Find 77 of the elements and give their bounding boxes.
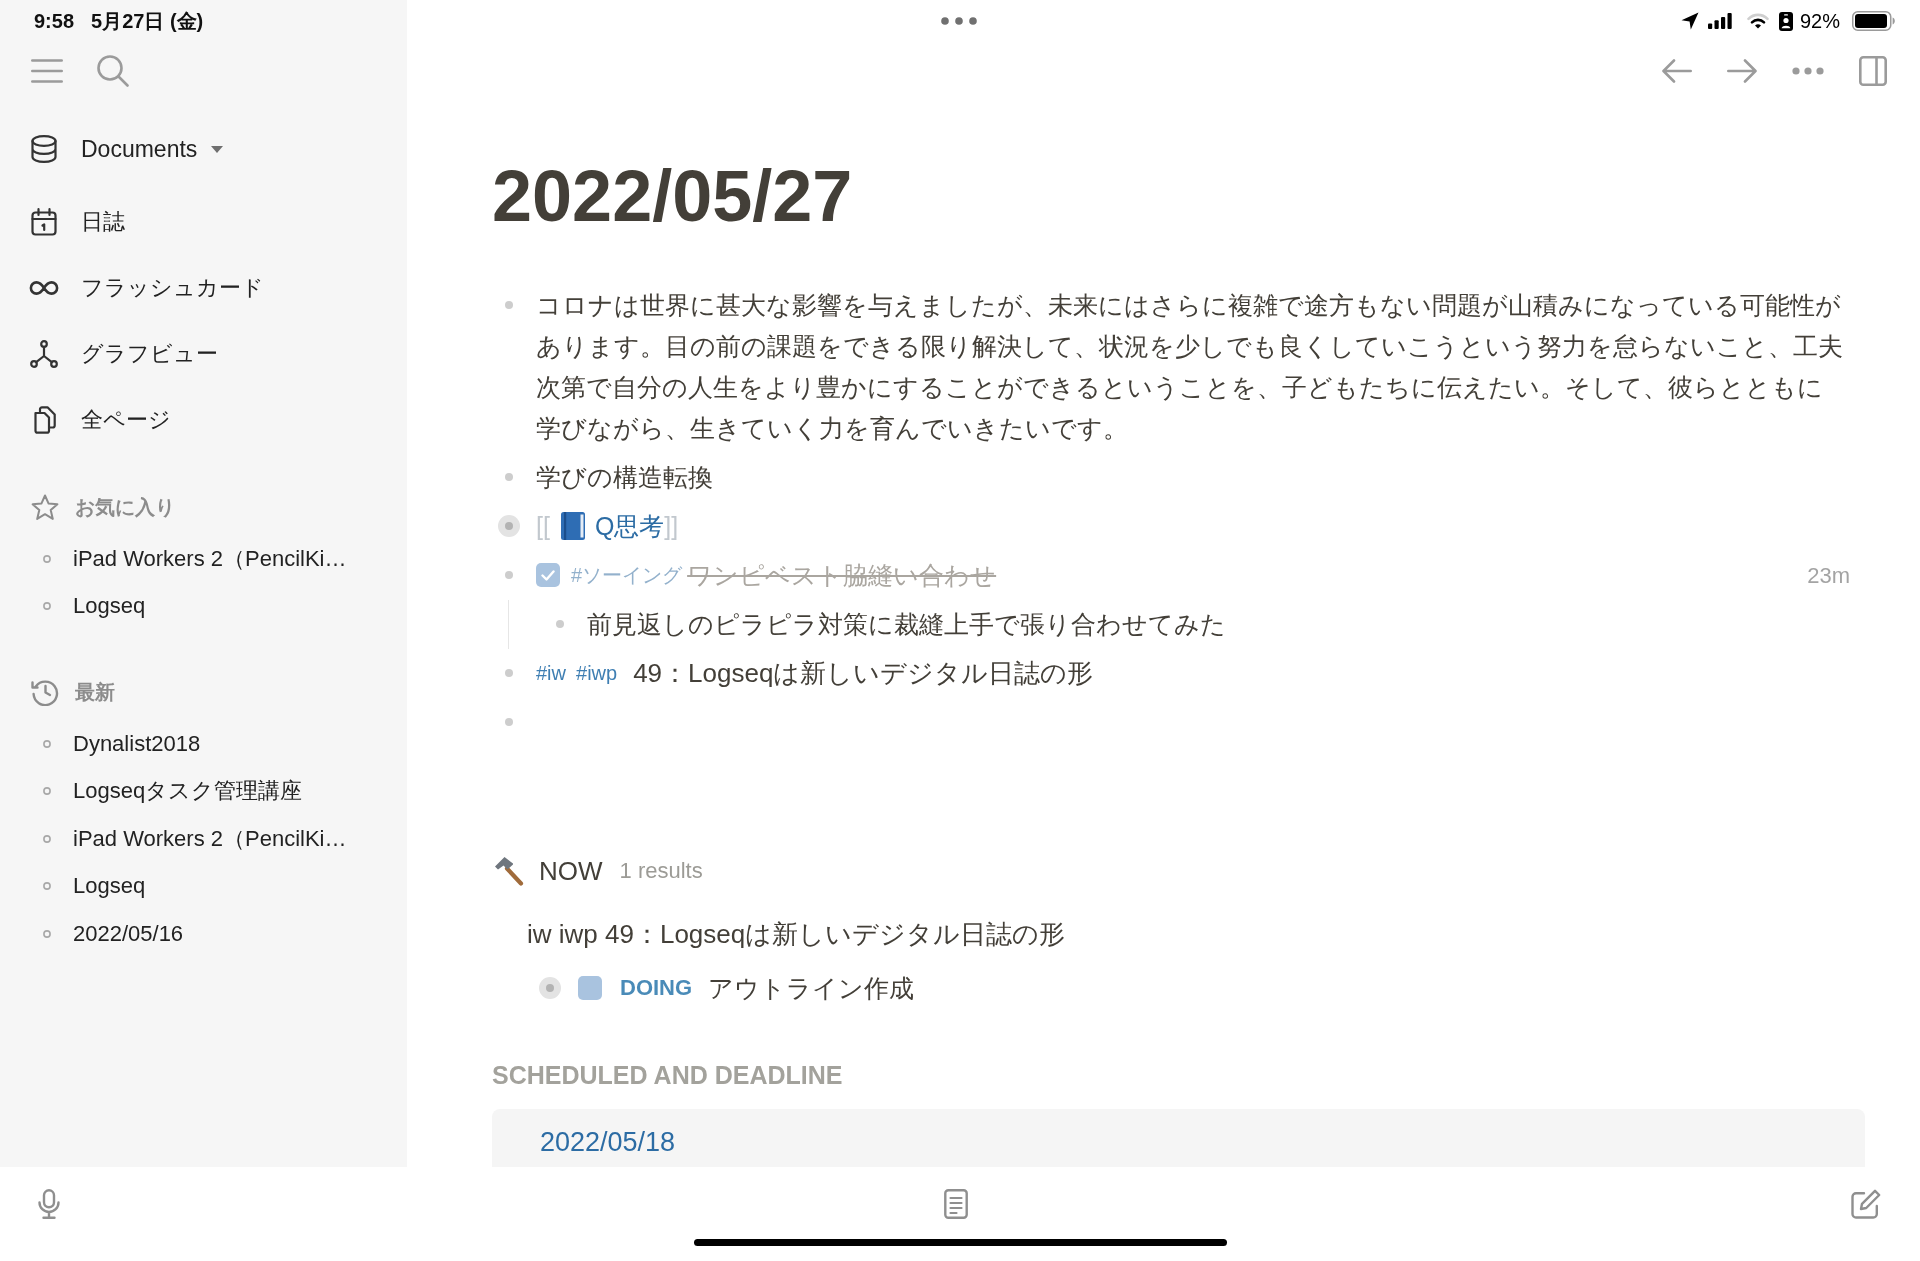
checkbox[interactable] (578, 976, 602, 1000)
nav-item[interactable]: グラフビュー (31, 321, 218, 387)
page-link[interactable]: Logseqタスク管理講座 (73, 776, 303, 807)
graph-icon (30, 340, 58, 368)
block-text: コロナは世界に甚大な影響を与えましたが、未来にはさらに複雑で途方もない問題が山積みになっている可能性があります。目の前の課題をできる限り解決して、状況を少しでも良くしていこうという努力を怠らないこと、工夫次第で自分の人生をより豊かにすることができるということを、子どもたちに伝えたい。そして、彼らとともに学びながら、生きていく力を育んでいきたいです。 (536, 290, 1844, 444)
page-title: 2022/05/27 (492, 156, 854, 236)
query-title: NOW (539, 855, 603, 887)
block-text: 学びの構造転換 (536, 462, 713, 493)
more-icon[interactable] (1792, 67, 1824, 75)
caret-icon (211, 145, 224, 153)
checkbox[interactable] (536, 563, 560, 587)
ellipsis-icon[interactable] (941, 17, 977, 25)
nav-item[interactable]: フラッシュカード (31, 255, 264, 321)
battery-icon (1852, 11, 1895, 31)
bullet-icon[interactable] (505, 473, 513, 481)
bullet-icon[interactable] (505, 718, 513, 726)
page-link[interactable]: 2022/05/16 (73, 920, 184, 947)
page-link[interactable]: Q思考 (594, 505, 665, 547)
circle-bullet-icon (43, 834, 51, 843)
wifi-icon (1746, 13, 1769, 29)
bullet-icon[interactable] (505, 301, 513, 309)
hammer-icon (494, 856, 524, 886)
timestamp: 23m (1807, 561, 1850, 590)
document-icon[interactable] (943, 1189, 968, 1219)
location-arrow-icon (1680, 12, 1699, 30)
task-marker: DOING (620, 975, 693, 1001)
status-date: 5月27日 (金) (91, 8, 204, 34)
block-text: 49：Logseqは新しいデジタル日誌の形 (633, 656, 1094, 690)
circle-bullet-icon (43, 787, 51, 796)
circle-bullet-icon (43, 602, 51, 611)
page-link[interactable]: iw iwp 49：Logseqは新しいデジタル日誌の形 (527, 914, 1066, 954)
page-link[interactable]: 2022/05/18 (540, 1125, 1865, 1159)
forward-arrow-icon[interactable] (1727, 59, 1757, 83)
bracket-mark: ]] (664, 510, 679, 542)
signal-icon (1707, 13, 1732, 29)
person-badge-icon (1778, 11, 1793, 31)
circle-bullet-icon (43, 554, 51, 563)
graph-selector[interactable]: Documents (31, 116, 224, 182)
page-link[interactable]: Logseq (73, 593, 146, 620)
section-title: SCHEDULED AND DEADLINE (492, 1060, 843, 1091)
star-icon (31, 493, 59, 521)
status-time: 9:58 (34, 9, 75, 33)
page-link[interactable]: iPad Workers 2（PencilKi… (73, 543, 347, 574)
nav-item[interactable]: 日誌 (31, 189, 125, 255)
tag-link[interactable]: #iw (536, 652, 566, 694)
search-icon[interactable] (97, 55, 129, 87)
bullet-icon[interactable] (555, 620, 564, 628)
page-link[interactable]: iPad Workers 2（PencilKi… (73, 823, 347, 854)
calendar-icon (31, 208, 57, 236)
bullet-icon[interactable] (498, 515, 520, 537)
battery-percent: 92% (1799, 9, 1840, 33)
sidebar-toggle-icon[interactable] (1859, 56, 1887, 86)
pages-icon (32, 406, 56, 434)
page-link[interactable]: Dynalist2018 (73, 730, 201, 757)
menu-icon[interactable] (31, 59, 63, 83)
task-text: ワンピベスト脇縫い合わせ (687, 559, 997, 591)
bullet-icon[interactable] (505, 669, 513, 677)
history-icon (31, 678, 59, 706)
tag-link[interactable]: #iwp (576, 652, 618, 694)
page-link[interactable]: Logseq (73, 873, 146, 900)
bullet-icon[interactable] (539, 977, 561, 999)
result-count: 1 results (619, 858, 703, 884)
microphone-icon[interactable] (38, 1189, 60, 1219)
circle-bullet-icon (43, 882, 51, 891)
book-icon (560, 512, 585, 540)
edit-icon[interactable] (1851, 1189, 1881, 1219)
circle-bullet-icon (43, 929, 51, 938)
circle-bullet-icon (43, 739, 51, 748)
database-icon (31, 135, 57, 163)
task-text: アウトライン作成 (708, 972, 915, 1004)
check-icon (541, 569, 555, 581)
infinity-icon (29, 281, 59, 295)
nav-item[interactable]: 全ページ (31, 387, 171, 453)
back-arrow-icon[interactable] (1662, 59, 1692, 83)
bracket-mark: [[ (536, 510, 550, 542)
bullet-icon[interactable] (505, 571, 513, 579)
block-text: 前見返しのピラピラ対策に裁縫上手で張り合わせてみた (586, 609, 1226, 640)
